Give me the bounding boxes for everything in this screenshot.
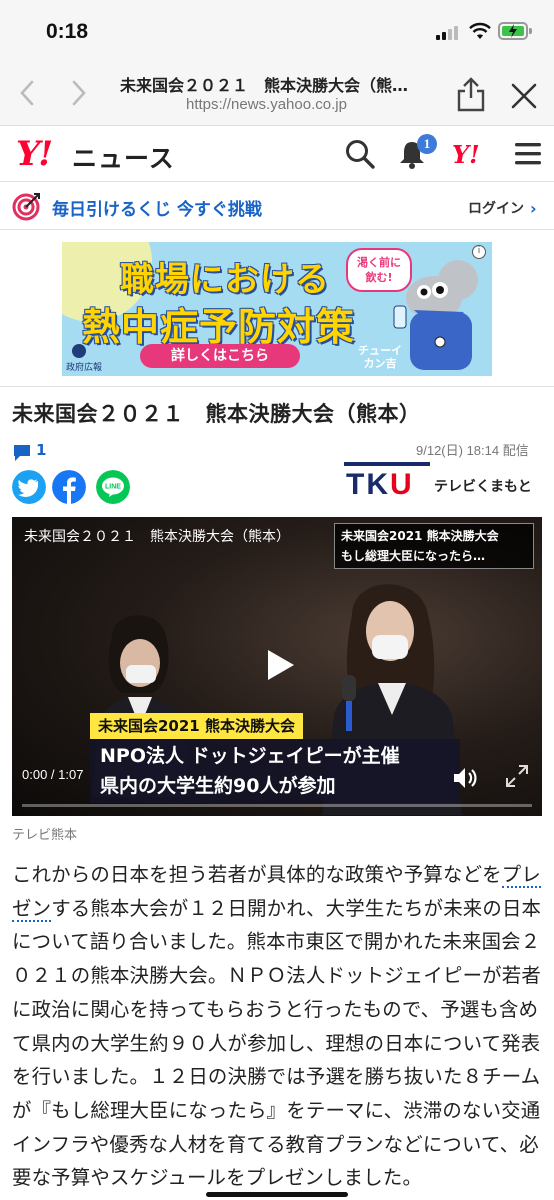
ad-character-name-2: カン吉	[363, 357, 397, 370]
video-corner-caption-2: もし総理大臣になったら…	[341, 549, 486, 563]
publisher-logo[interactable]: TKU テレビくまもと	[344, 462, 544, 502]
article-body-before: これからの日本を担う若者が具体的な政策や予算などを	[12, 863, 502, 886]
video-player[interactable]: 未来国会２０２１ 熊本決勝大会（熊本） 未来国会2021 熊本決勝大会 もし総理…	[12, 517, 542, 816]
ad-character-name: チューイ カン吉	[358, 344, 402, 370]
publisher-logo-u: U	[390, 468, 414, 501]
forward-chevron-icon[interactable]	[64, 78, 92, 108]
publisher-name: テレビくまもと	[434, 479, 532, 495]
close-icon[interactable]	[510, 82, 538, 110]
ad-speech-bubble: 渇く前に 飲む!	[346, 248, 412, 292]
browser-url[interactable]: https://news.yahoo.co.jp	[186, 96, 347, 113]
menu-icon[interactable]	[512, 138, 544, 170]
news-section-label[interactable]: ニュース	[72, 139, 175, 175]
home-indicator[interactable]	[206, 1192, 348, 1197]
article-body: これからの日本を担う若者が具体的な政策や予算などをプレゼンする熊本大会が１２日開…	[12, 858, 542, 1195]
target-icon	[12, 193, 40, 221]
comment-icon[interactable]	[12, 444, 32, 462]
video-credit: テレビ熊本	[12, 828, 78, 843]
video-caption-box: NPO法人 ドットジェイピーが主催 県内の大学生約90人が参加	[90, 739, 460, 803]
video-caption-line-1: NPO法人 ドットジェイピーが主催	[100, 745, 400, 767]
login-link[interactable]: ログイン	[468, 198, 524, 218]
cellular-signal-icon	[436, 24, 460, 40]
back-chevron-icon[interactable]	[14, 78, 42, 108]
battery-icon	[498, 22, 532, 40]
article-title: 未来国会２０２１ 熊本決勝大会（熊本）	[12, 402, 421, 426]
divider	[0, 386, 554, 387]
video-time: 0:00 / 1:07	[22, 767, 84, 782]
video-corner-caption: 未来国会2021 熊本決勝大会 もし総理大臣になったら…	[334, 523, 534, 569]
login-chevron-icon[interactable]: ›	[530, 199, 537, 218]
browser-page-title: 未来国会２０２１ 熊本決勝大会（熊…	[120, 76, 409, 95]
ad-info-icon[interactable]: i	[472, 245, 486, 259]
wifi-icon	[469, 22, 491, 39]
ad-headline-1: 職場における	[120, 260, 330, 300]
facebook-icon[interactable]	[52, 470, 86, 504]
volume-icon[interactable]	[452, 765, 478, 791]
ad-banner[interactable]: 職場における 熱中症予防対策 政府広報 詳しくはこちら 渇く前に 飲む! チュー…	[62, 242, 492, 376]
ad-cta-button[interactable]: 詳しくはこちら	[140, 344, 300, 368]
lottery-banner[interactable]: 毎日引けるくじ 今すぐ挑戦 ログイン ›	[0, 182, 554, 230]
share-icon[interactable]	[454, 76, 488, 112]
lottery-text[interactable]: 毎日引けるくじ 今すぐ挑戦	[52, 195, 262, 220]
publisher-logo-letters: TK	[346, 468, 390, 501]
yahoo-logo[interactable]: Y!	[16, 134, 53, 174]
ad-bubble-text: 渇く前に 飲む!	[357, 256, 401, 284]
ad-character-name-1: チューイ	[358, 344, 402, 357]
svg-text:LINE: LINE	[105, 484, 121, 491]
publisher-logo-bar	[344, 462, 430, 466]
ad-gov-label: 政府広報	[66, 363, 103, 373]
video-corner-caption-1: 未来国会2021 熊本決勝大会	[341, 529, 499, 543]
video-title: 未来国会２０２１ 熊本決勝大会（熊本）	[24, 529, 290, 545]
status-time: 0:18	[46, 20, 89, 43]
publisher-logo-mark: TKU	[346, 468, 414, 502]
line-icon[interactable]: LINE	[96, 470, 130, 504]
twitter-icon[interactable]	[12, 470, 46, 504]
yahoo-account-icon[interactable]: Y!	[452, 140, 480, 169]
article-body-after: する熊本大会が１２日開かれ、大学生たちが未来の日本について語り合いました。熊本市…	[12, 896, 542, 1190]
video-caption-tag: 未来国会2021 熊本決勝大会	[90, 713, 303, 739]
video-caption-line-2: 県内の大学生約90人が参加	[100, 775, 336, 797]
comment-count[interactable]: 1	[36, 441, 46, 459]
notification-badge: 1	[417, 134, 437, 154]
gov-logo-icon	[72, 344, 86, 358]
play-icon[interactable]	[262, 647, 298, 683]
browser-toolbar: 未来国会２０２１ 熊本決勝大会（熊… https://news.yahoo.co…	[0, 64, 554, 126]
publish-date: 9/12(日) 18:14 配信	[416, 443, 529, 458]
fullscreen-icon[interactable]	[504, 763, 530, 789]
search-icon[interactable]	[344, 138, 376, 170]
ad-headline-2: 熱中症予防対策	[82, 305, 356, 349]
status-bar: 0:18	[0, 0, 554, 64]
video-progress-bar[interactable]	[22, 804, 532, 807]
